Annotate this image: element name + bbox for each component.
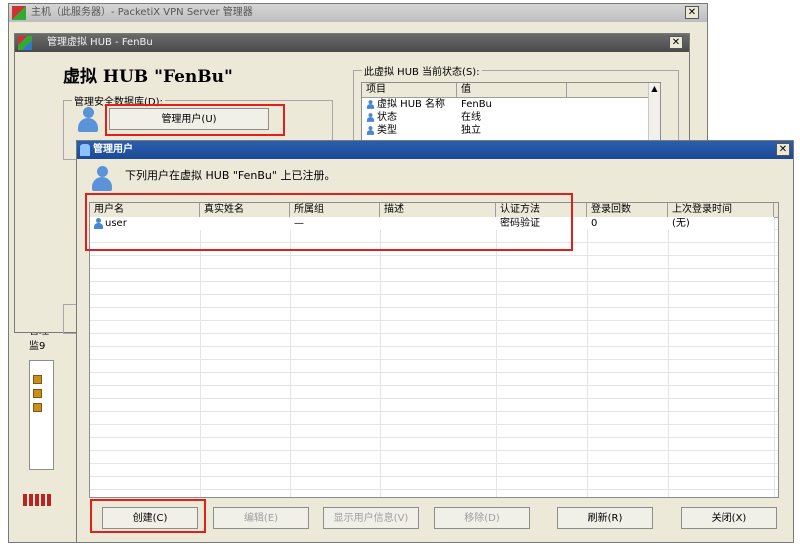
folder-icon — [33, 403, 42, 412]
folder-icon — [33, 389, 42, 398]
status-list: 项目 值 虚拟 HUB 名称 FenBu 状态 在线 类型 独立 ▲ — [361, 82, 661, 142]
app-icon — [12, 6, 26, 20]
scroll-up-arrow[interactable]: ▲ — [649, 83, 660, 95]
manage-hub-title: 管理虚拟 HUB - FenBu — [47, 37, 153, 48]
manage-users-titlebar: 管理用户 — [77, 141, 793, 159]
manage-users-highlight — [105, 104, 285, 136]
manage-users-close-x[interactable]: ✕ — [776, 143, 790, 156]
status-row: 虚拟 HUB 名称 — [362, 98, 457, 111]
manage-hub-close-button[interactable]: ✕ — [669, 36, 683, 49]
left-list-2 — [29, 360, 54, 470]
status-header-item[interactable]: 项目 — [362, 83, 457, 97]
left-logo — [23, 494, 53, 506]
row-login-count: 0 — [591, 218, 598, 229]
status-header-value[interactable]: 值 — [457, 83, 567, 97]
server-manager-title: 主机（此服务器）- PacketiX VPN Server 管理器 — [31, 7, 253, 18]
status-row: 状态 — [362, 111, 457, 124]
row-last-login: (无) — [672, 218, 690, 229]
manage-hub-titlebar: 管理虚拟 HUB - FenBu — [15, 34, 689, 52]
manage-users-title: 管理用户 — [93, 144, 133, 155]
show-user-info-button[interactable]: 显示用户信息(V) — [323, 507, 419, 529]
create-button-highlight — [90, 499, 206, 533]
user-icon — [91, 166, 113, 192]
refresh-button[interactable]: 刷新(R) — [557, 507, 653, 529]
edit-button[interactable]: 编辑(E) — [213, 507, 309, 529]
status-row-value: 独立 — [461, 125, 481, 136]
folder-icon — [33, 375, 42, 384]
users-list-highlight — [85, 193, 573, 251]
dialog-description: 下列用户在虚拟 HUB "FenBu" 上已注册。 — [125, 169, 336, 182]
col-login-count[interactable]: 登录回数 — [587, 203, 668, 217]
user-title-icon — [80, 144, 90, 156]
status-row-value: 在线 — [461, 112, 481, 123]
col-last-login[interactable]: 上次登录时间 — [668, 203, 774, 217]
hub-icon — [18, 36, 32, 50]
hub-heading: 虚拟 HUB "FenBu" — [63, 67, 233, 87]
remove-button[interactable]: 移除(D) — [434, 507, 530, 529]
status-row-value: FenBu — [461, 99, 492, 110]
status-scrollbar[interactable]: ▲ — [648, 83, 660, 141]
status-group-label: 此虚拟 HUB 当前状态(S): — [362, 63, 482, 78]
user-icon — [77, 107, 99, 133]
server-manager-titlebar: 主机（此服务器）- PacketiX VPN Server 管理器 — [9, 4, 707, 22]
server-manager-close-button[interactable]: ✕ — [685, 6, 699, 19]
left-label-3: 监9 — [29, 341, 46, 352]
manage-users-dialog: 管理用户 ✕ 下列用户在虚拟 HUB "FenBu" 上已注册。 用户名 真实姓… — [76, 140, 794, 543]
close-button[interactable]: 关闭(X) — [681, 507, 777, 529]
status-row: 类型 — [362, 124, 457, 137]
